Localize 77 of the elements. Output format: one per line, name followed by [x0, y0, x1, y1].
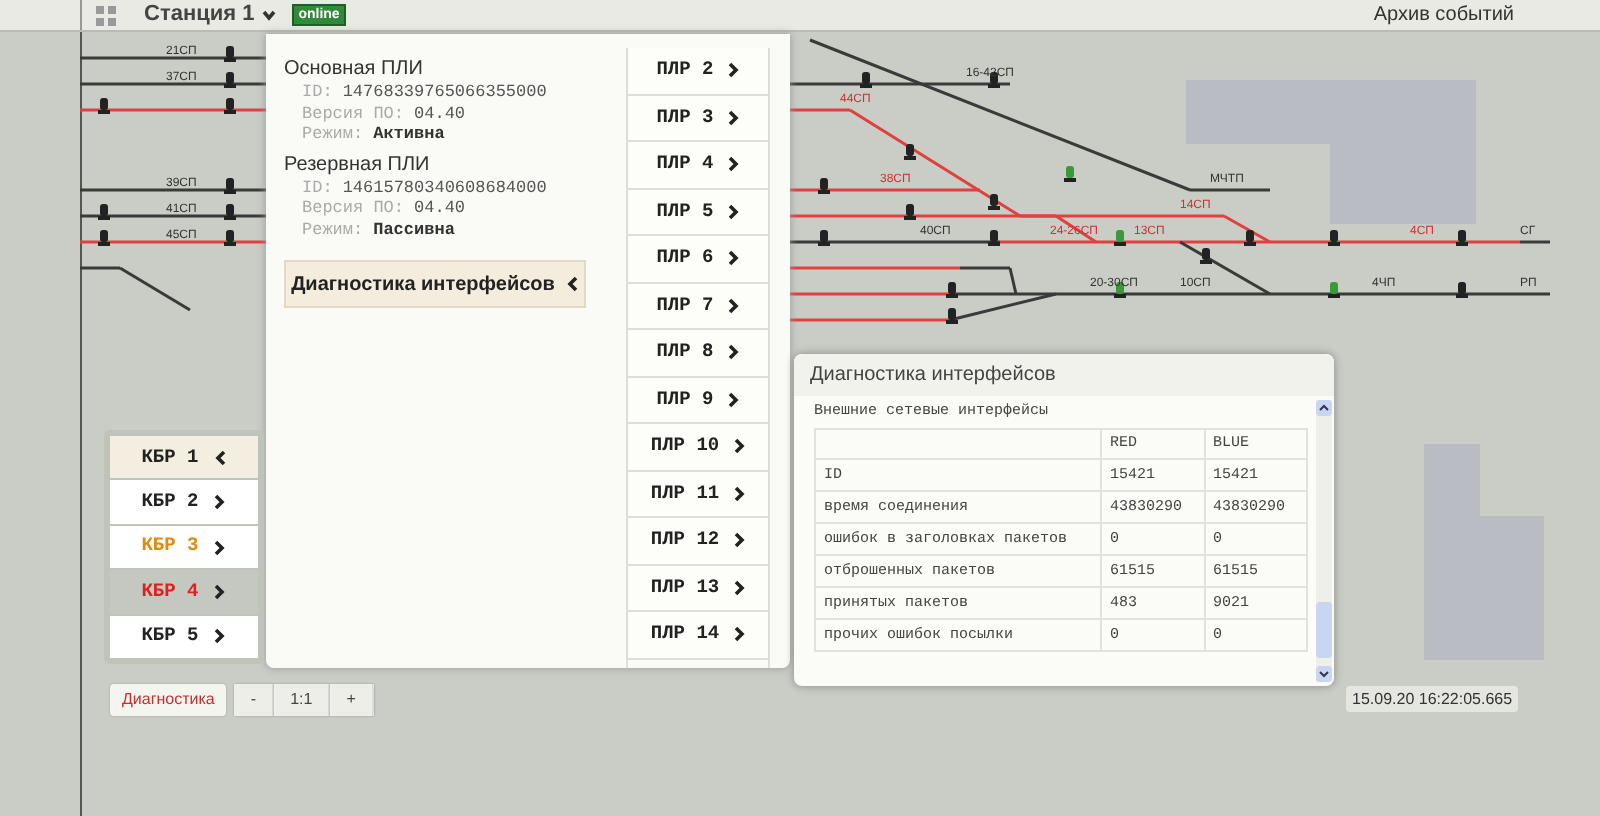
scrollbar-thumb[interactable] — [1316, 602, 1332, 658]
signal-icon — [818, 230, 830, 246]
zoom-button[interactable]: + — [330, 684, 374, 716]
chevron-right-icon — [727, 203, 740, 220]
chevron-right-icon — [733, 532, 746, 549]
signal-icon — [1328, 282, 1340, 298]
signal-icon — [224, 178, 236, 194]
signal-icon — [988, 194, 1000, 210]
field-label: Версия ПО: — [302, 198, 405, 219]
field-value: Активна — [373, 124, 445, 145]
field-value: Пассивна — [373, 219, 455, 240]
chevron-right-icon — [733, 438, 746, 455]
chevron-right-icon — [727, 250, 740, 267]
zoom-button[interactable]: - — [234, 684, 275, 716]
zoom-button[interactable]: 1:1 — [274, 684, 331, 716]
chevron-down-icon — [262, 9, 277, 21]
scrollbar[interactable] — [1316, 400, 1332, 682]
signal-icon — [1328, 230, 1340, 246]
field-label: Версия ПО: — [302, 103, 405, 124]
signal-icon — [904, 144, 916, 160]
signal-icon — [946, 282, 958, 298]
chevron-right-icon — [727, 344, 740, 361]
scroll-up-icon[interactable] — [1316, 400, 1332, 416]
dialog-title: Диагностика интерфейсов — [794, 354, 1334, 396]
scroll-down-icon[interactable] — [1316, 666, 1332, 682]
signal-icon — [988, 230, 1000, 246]
signal-icon — [1456, 230, 1468, 246]
kbr-item[interactable]: КБР 2 — [110, 480, 258, 524]
signal-icon — [98, 230, 110, 246]
timestamp: 15.09.20 16:22:05.665 — [1346, 686, 1519, 712]
chevron-left-icon — [214, 449, 227, 466]
signal-icon — [1064, 166, 1076, 182]
diagnostics-button[interactable]: Диагностика — [110, 684, 227, 716]
kbr-item[interactable]: КБР 5 — [110, 615, 258, 659]
field-value: 14615780340608684000 — [342, 177, 547, 198]
signal-icon — [946, 308, 958, 324]
event-archive-link[interactable]: Архив событий — [1373, 0, 1514, 30]
field-label: Режим: — [302, 219, 364, 240]
signal-icon — [1244, 230, 1256, 246]
chevron-right-icon — [727, 297, 740, 314]
field-label: ID: — [302, 177, 333, 198]
chevron-left-icon — [566, 276, 579, 292]
chevron-right-icon — [727, 391, 740, 408]
field-label: Режим: — [302, 124, 364, 145]
signal-icon — [224, 46, 236, 62]
signal-icon — [818, 178, 830, 194]
chevron-right-icon — [727, 109, 740, 126]
signal-icon — [1114, 230, 1126, 246]
signal-icon — [860, 72, 872, 88]
field-value: 14768339765066355000 — [342, 82, 547, 103]
signal-icon — [224, 72, 236, 88]
chevron-right-icon — [727, 156, 740, 173]
chevron-right-icon — [214, 583, 227, 600]
unit-title: Основная ПЛИ — [284, 58, 425, 82]
field-label: ID: — [302, 82, 333, 103]
grid-icon[interactable] — [96, 5, 116, 25]
chevron-right-icon — [214, 494, 227, 511]
signal-icon — [98, 204, 110, 220]
station-dropdown[interactable]: Станция 1 — [144, 0, 277, 32]
signal-icon — [224, 230, 236, 246]
chevron-right-icon — [733, 579, 746, 596]
chevron-right-icon — [214, 539, 227, 556]
signal-icon — [98, 98, 110, 114]
chevron-right-icon — [733, 485, 746, 502]
signal-icon — [224, 204, 236, 220]
field-value: 04.40 — [414, 103, 466, 124]
chevron-right-icon — [727, 62, 740, 79]
interface-diagnostics-button[interactable]: Диагностика интерфейсов — [284, 260, 586, 308]
unit-title: Резервная ПЛИ — [284, 153, 432, 177]
chevron-right-icon — [214, 628, 227, 645]
signal-icon — [1456, 282, 1468, 298]
chevron-right-icon — [733, 626, 746, 643]
signal-icon — [904, 204, 916, 220]
signal-icon — [1200, 248, 1212, 264]
field-value: 04.40 — [414, 198, 466, 219]
signal-icon — [224, 98, 236, 114]
kbr-item[interactable]: КБР 1 — [110, 436, 258, 479]
